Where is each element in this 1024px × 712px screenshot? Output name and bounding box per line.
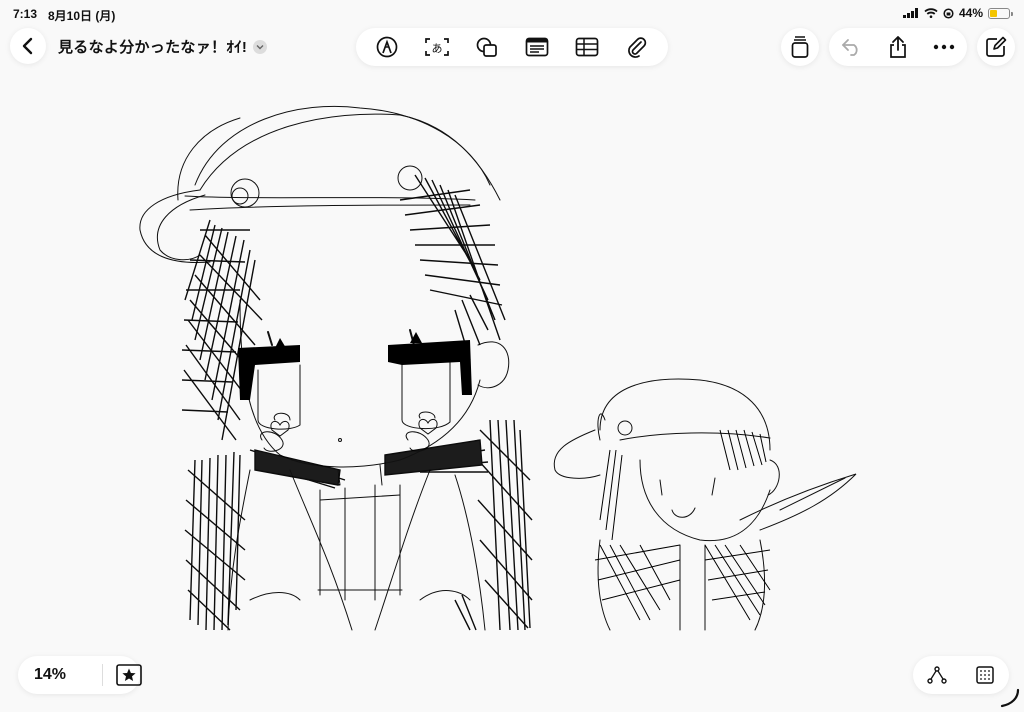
grid-icon — [976, 666, 994, 684]
grid-button[interactable] — [970, 660, 1000, 690]
wifi-icon — [924, 8, 938, 18]
toolbar: あ — [356, 28, 668, 66]
more-button[interactable] — [929, 32, 959, 62]
copy-button[interactable] — [781, 28, 819, 66]
markup-button[interactable] — [372, 32, 402, 62]
more-icon — [933, 44, 955, 50]
table-button[interactable] — [572, 32, 602, 62]
divider — [102, 664, 103, 686]
undo-button[interactable] — [837, 32, 867, 62]
corner-handle-icon[interactable] — [1000, 688, 1020, 708]
status-indicators: 44% — [902, 6, 1013, 20]
signal-icon — [902, 8, 918, 18]
connector-icon — [927, 666, 947, 684]
text-box-icon — [525, 37, 549, 57]
compose-button[interactable] — [977, 28, 1015, 66]
undo-icon — [842, 39, 858, 56]
attach-button[interactable] — [622, 32, 652, 62]
orientation-lock-icon — [943, 7, 954, 19]
battery-percent: 44% — [958, 6, 983, 20]
chevron-down-icon — [256, 44, 264, 49]
connectors-button[interactable] — [922, 660, 952, 690]
action-toolbar — [829, 28, 967, 66]
svg-text:あ: あ — [432, 42, 443, 55]
favorite-button[interactable] — [116, 664, 142, 686]
copy-icon — [791, 36, 809, 58]
note-title-area[interactable]: 見るなよ分かったなァ！ｵｲ! — [58, 36, 268, 57]
shapes-button[interactable] — [472, 32, 502, 62]
pen-icon — [376, 36, 398, 58]
share-button[interactable] — [883, 32, 913, 62]
zoom-level[interactable]: 14% — [34, 666, 66, 684]
compose-icon — [986, 36, 1007, 57]
sketch-drawing — [139, 105, 857, 631]
table-icon — [575, 37, 599, 57]
share-icon — [890, 36, 906, 58]
battery-icon — [988, 7, 1013, 19]
status-date: 8月10日 (月) — [48, 9, 116, 23]
status-time: 7:13 — [13, 7, 38, 21]
note-title[interactable]: 見るなよ分かったなァ！ｵｲ! — [58, 36, 247, 57]
zoom-control: 14% — [18, 656, 142, 694]
back-button[interactable] — [10, 28, 46, 64]
text-input-icon: あ — [425, 38, 449, 56]
title-menu-button[interactable] — [253, 39, 268, 54]
canvas-tools — [913, 656, 1009, 694]
shapes-icon — [476, 37, 497, 57]
star-icon — [116, 664, 142, 686]
attachment-icon — [628, 37, 647, 58]
chevron-left-icon — [22, 37, 33, 55]
drawing-canvas[interactable] — [0, 70, 1024, 650]
status-bar: 7:13 8月10日 (月) 44% — [0, 0, 1024, 26]
text-box-button[interactable] — [522, 32, 552, 62]
handwriting-button[interactable]: あ — [422, 32, 452, 62]
